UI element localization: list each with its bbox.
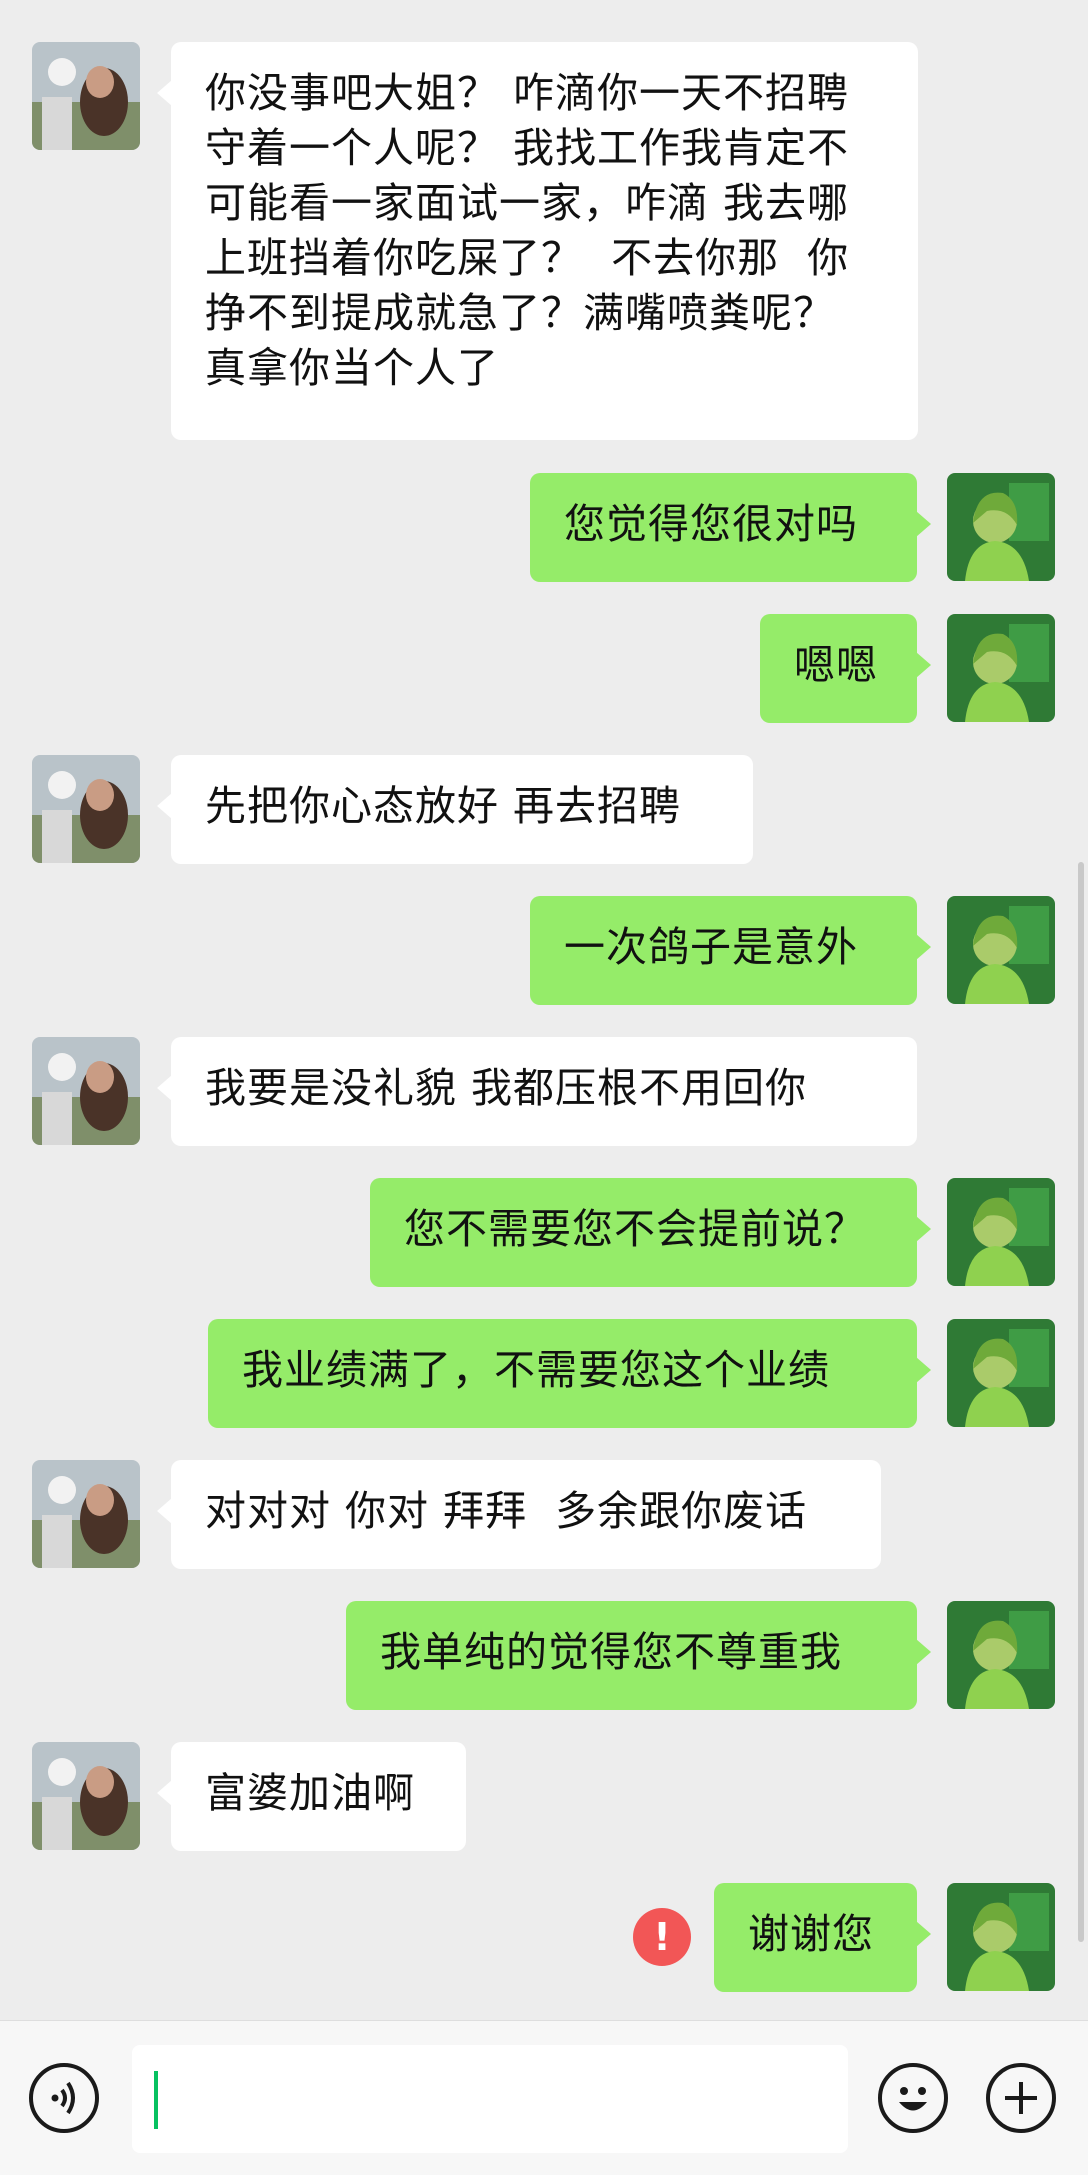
message-bubble[interactable]: 先把你心态放好 再去招聘	[157, 755, 753, 864]
scrollbar[interactable]	[1078, 862, 1084, 1942]
message-bubble[interactable]: 我要是没礼貌 我都压根不用回你	[157, 1037, 917, 1146]
contact-avatar[interactable]	[32, 42, 140, 150]
my-avatar[interactable]	[947, 896, 1055, 1004]
send-failed-icon[interactable]: !	[633, 1908, 691, 1966]
message-bubble[interactable]: 你没事吧大姐？ 咋滴你一天不招聘 守着一个人呢？ 我找工作我肯定不 可能看一家面…	[157, 42, 918, 440]
message-bubble[interactable]: 我业绩满了，不需要您这个业绩	[208, 1319, 931, 1428]
contact-avatar[interactable]	[32, 1460, 140, 1568]
contact-avatar[interactable]	[32, 1742, 140, 1850]
message-bubble[interactable]: 您不需要您不会提前说？	[370, 1178, 931, 1287]
my-avatar[interactable]	[947, 1883, 1055, 1991]
message-bubble[interactable]: 谢谢您	[714, 1883, 931, 1992]
my-avatar[interactable]	[947, 1601, 1055, 1709]
message-bubble[interactable]: 一次鸽子是意外	[530, 896, 931, 1005]
message-bubble[interactable]: 我单纯的觉得您不尊重我	[346, 1601, 931, 1710]
my-avatar[interactable]	[947, 1178, 1055, 1286]
message-bubble[interactable]: 嗯嗯	[760, 614, 931, 723]
my-avatar[interactable]	[947, 473, 1055, 581]
contact-avatar[interactable]	[32, 755, 140, 863]
message-bubble[interactable]: 富婆加油啊	[157, 1742, 466, 1851]
message-bubble[interactable]: 您觉得您很对吗	[530, 473, 931, 582]
message-bubble[interactable]: 对对对 你对 拜拜 多余跟你废话	[157, 1460, 881, 1569]
my-avatar[interactable]	[947, 614, 1055, 722]
plus-icon[interactable]	[986, 2063, 1056, 2133]
message-input[interactable]	[132, 2045, 848, 2153]
voice-icon[interactable]	[29, 2063, 99, 2133]
chat-area[interactable]: 你没事吧大姐？ 咋滴你一天不招聘 守着一个人呢？ 我找工作我肯定不 可能看一家面…	[0, 0, 1088, 2020]
text-caret	[154, 2071, 158, 2129]
input-bar	[0, 2020, 1088, 2175]
emoji-icon[interactable]	[878, 2063, 948, 2133]
my-avatar[interactable]	[947, 1319, 1055, 1427]
contact-avatar[interactable]	[32, 1037, 140, 1145]
